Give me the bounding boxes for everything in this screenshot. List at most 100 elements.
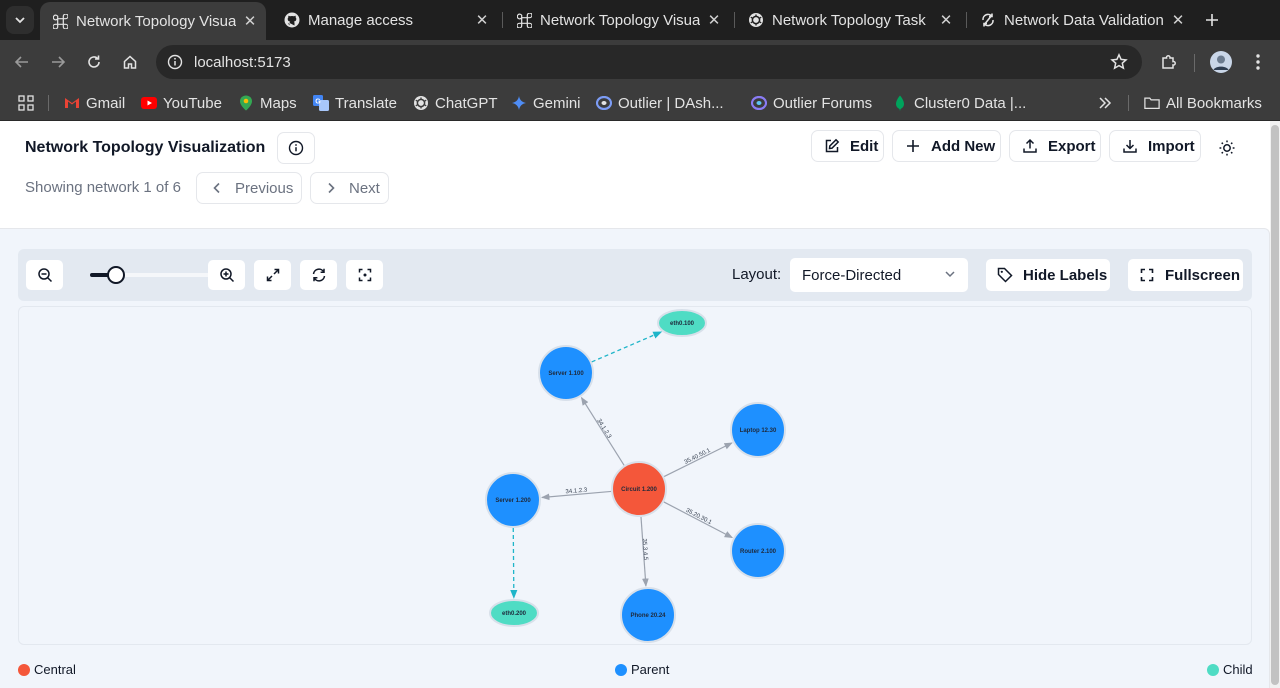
next-button[interactable]: Next (310, 172, 389, 204)
fullscreen-icon (1138, 266, 1156, 284)
focus-frame-icon (358, 268, 371, 282)
node-label: eth0.200 (502, 611, 527, 617)
bookmark-label: Outlier | DAsh... (618, 94, 724, 112)
bookmark-gmail[interactable]: Gmail (64, 91, 125, 115)
tab-title: Network Topology Task (772, 11, 926, 29)
toolbar-separator (1194, 54, 1195, 72)
svg-text:G: G (315, 99, 321, 106)
hide-labels-button[interactable]: Hide Labels (986, 259, 1110, 291)
bookmark-youtube[interactable]: YouTube (141, 91, 222, 115)
bookmark-label: Translate (335, 94, 397, 112)
home-icon (123, 55, 137, 69)
legend-label: Child (1223, 662, 1253, 677)
browser-tabstrip: Network Topology Visualization ✕ Manage … (0, 0, 1280, 40)
back-button[interactable] (10, 50, 34, 74)
fullscreen-button[interactable]: Fullscreen (1128, 259, 1243, 291)
info-icon (288, 140, 304, 156)
site-info-icon[interactable] (166, 53, 184, 71)
bookmarks-bar: Gmail YouTube Maps G Translate ChatGPT G… (0, 85, 1280, 121)
tab-separator (502, 12, 503, 28)
info-button[interactable] (277, 132, 315, 164)
legend-parent: Parent (615, 662, 669, 677)
browser-tab-2[interactable]: Manage access ✕ (272, 0, 498, 40)
layout-label: Layout: (732, 266, 782, 283)
zoom-out-button[interactable] (26, 260, 63, 290)
node-eth100[interactable]: eth0.100 (657, 309, 707, 337)
all-bookmarks-button[interactable]: All Bookmarks (1144, 91, 1262, 115)
tab-separator (966, 12, 967, 28)
arrow-left-icon (14, 56, 28, 68)
browser-tab-1[interactable]: Network Topology Visualization ✕ (40, 2, 266, 40)
graph-canvas[interactable]: 34.1.2.3 35.40.50.1 34.1.2.3 35.20.30.1 35.3… (18, 306, 1252, 645)
reload-button[interactable] (82, 50, 106, 74)
bookmark-outlier-dash[interactable]: Outlier | DAsh... (596, 91, 724, 115)
theme-toggle-button[interactable] (1214, 137, 1240, 159)
export-label: Export (1048, 137, 1096, 155)
command-icon (52, 13, 68, 29)
bookmark-gemini[interactable]: Gemini (511, 91, 581, 115)
browser-tab-4[interactable]: Network Topology Task ✕ (736, 0, 962, 40)
node-server200[interactable]: Server 1.200 (485, 472, 541, 528)
browser-tab-3[interactable]: Network Topology Visualization ✕ (504, 0, 730, 40)
expand-button[interactable] (254, 260, 291, 290)
zoom-in-button[interactable] (208, 260, 245, 290)
edge-server100-eth100[interactable] (591, 331, 663, 363)
address-bar[interactable]: localhost:5173 (156, 45, 1142, 79)
previous-button[interactable]: Previous (196, 172, 302, 204)
node-eth200[interactable]: eth0.200 (489, 599, 539, 627)
bookmark-label: YouTube (163, 94, 222, 112)
edit-button[interactable]: Edit (811, 130, 884, 162)
node-label: Circuit 1.200 (621, 487, 657, 493)
bookmark-cluster0[interactable]: Cluster0 Data |... (892, 91, 1026, 115)
bookmark-chatgpt[interactable]: ChatGPT (413, 91, 498, 115)
close-icon[interactable]: ✕ (240, 11, 260, 31)
bookmark-label: ChatGPT (435, 94, 498, 112)
export-button[interactable]: Export (1009, 130, 1101, 162)
close-icon[interactable]: ✕ (704, 10, 724, 30)
node-phone[interactable]: Phone 20.24 (620, 587, 676, 643)
legend-dot-parent (615, 663, 627, 676)
apps-button[interactable] (18, 91, 34, 115)
node-circuit[interactable]: Circuit 1.200 (611, 461, 667, 517)
edge-server200-eth200[interactable] (510, 527, 518, 599)
extensions-button[interactable] (1157, 50, 1181, 74)
node-label: Server 1.200 (495, 498, 531, 504)
node-server100[interactable]: Server 1.100 (538, 345, 594, 401)
folder-icon (1144, 95, 1160, 111)
close-icon[interactable]: ✕ (472, 10, 492, 30)
close-icon[interactable]: ✕ (936, 10, 956, 30)
close-icon[interactable]: ✕ (1168, 10, 1188, 30)
bookmarks-overflow-button[interactable] (1098, 91, 1112, 115)
node-router[interactable]: Router 2.100 (730, 523, 786, 579)
home-button[interactable] (118, 50, 142, 74)
bookmark-outlier-forums[interactable]: Outlier Forums (751, 91, 872, 115)
import-button[interactable]: Import (1109, 130, 1201, 162)
bookmark-translate[interactable]: G Translate (313, 91, 397, 115)
zoom-slider[interactable] (90, 266, 218, 284)
network-graph[interactable]: 34.1.2.335.40.50.134.1.2.335.20.30.135.3… (19, 307, 1252, 645)
tab-search-button[interactable] (6, 6, 34, 34)
page-scrollbar[interactable] (1270, 121, 1280, 688)
node-laptop[interactable]: Laptop 12.30 (730, 402, 786, 458)
expand-arrows-icon (266, 268, 279, 282)
chevron-left-icon (209, 180, 225, 196)
browser-tab-5[interactable]: Network Data Validation ✕ (968, 0, 1194, 40)
layout-selected-value: Force-Directed (802, 266, 902, 284)
new-tab-button[interactable] (1200, 6, 1224, 34)
edge-label: 34.1.2.3 (595, 418, 612, 440)
kebab-menu-icon (1256, 54, 1260, 70)
fit-view-button[interactable] (346, 260, 383, 290)
reset-layout-button[interactable] (300, 260, 337, 290)
maps-icon (238, 95, 254, 111)
url-text: localhost:5173 (194, 53, 291, 71)
add-new-button[interactable]: Add New (892, 130, 1001, 162)
profile-avatar[interactable] (1209, 50, 1233, 74)
forward-button[interactable] (46, 50, 70, 74)
bookmark-star-icon[interactable] (1110, 52, 1128, 76)
scrollbar-thumb[interactable] (1271, 125, 1279, 685)
zoom-slider-thumb[interactable] (106, 266, 125, 284)
browser-menu-button[interactable] (1246, 50, 1270, 74)
layout-select[interactable]: Force-Directed (790, 258, 968, 292)
bookmark-maps[interactable]: Maps (238, 91, 297, 115)
app-root: Network Topology Visualization Showing n… (0, 121, 1280, 688)
